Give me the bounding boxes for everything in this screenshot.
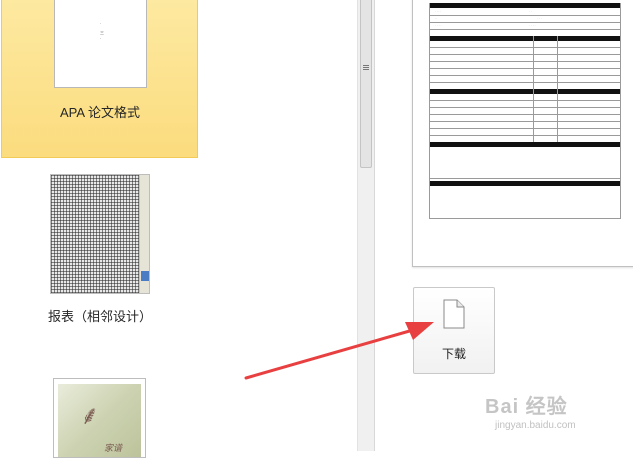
- scrollbar-thumb[interactable]: [360, 0, 372, 168]
- template-label-apa: APA 论文格式: [60, 105, 140, 120]
- preview-document: · ·· · · · ·· · · · · · · · · · · ·: [429, 0, 621, 224]
- family-thumbnail: ⸙ 家谱: [53, 378, 146, 458]
- vertical-scrollbar[interactable]: [357, 0, 374, 451]
- template-preview: · ·· · · · ·· · · · · · · · · · · ·: [412, 0, 633, 267]
- watermark-logo: Bai 经验: [485, 396, 568, 418]
- watermark-url: jingyan.baidu.com: [495, 420, 576, 431]
- download-label: 下载: [441, 347, 466, 361]
- template-label-report: 报表（相邻设计）: [48, 309, 153, 324]
- family-thumb-text: 家谱: [104, 443, 123, 453]
- template-item-apa[interactable]: · 三 · APA 论文格式: [1, 0, 198, 158]
- grip-icon: [363, 65, 369, 71]
- apa-thumbnail: · 三 ·: [54, 0, 147, 88]
- download-button[interactable]: 下载: [413, 287, 495, 374]
- template-list: · 三 · APA 论文格式 报表（相邻设计） ⸙ 家谱: [0, 0, 357, 458]
- baidu-watermark: Bai 经验 jingyan.baidu.com: [485, 390, 633, 440]
- preview-pane: · ·· · · · ·· · · · · · · · · · · · 下载: [374, 0, 633, 451]
- document-icon: [443, 299, 465, 329]
- report-thumbnail: [50, 174, 150, 294]
- tree-icon: ⸙: [80, 400, 100, 430]
